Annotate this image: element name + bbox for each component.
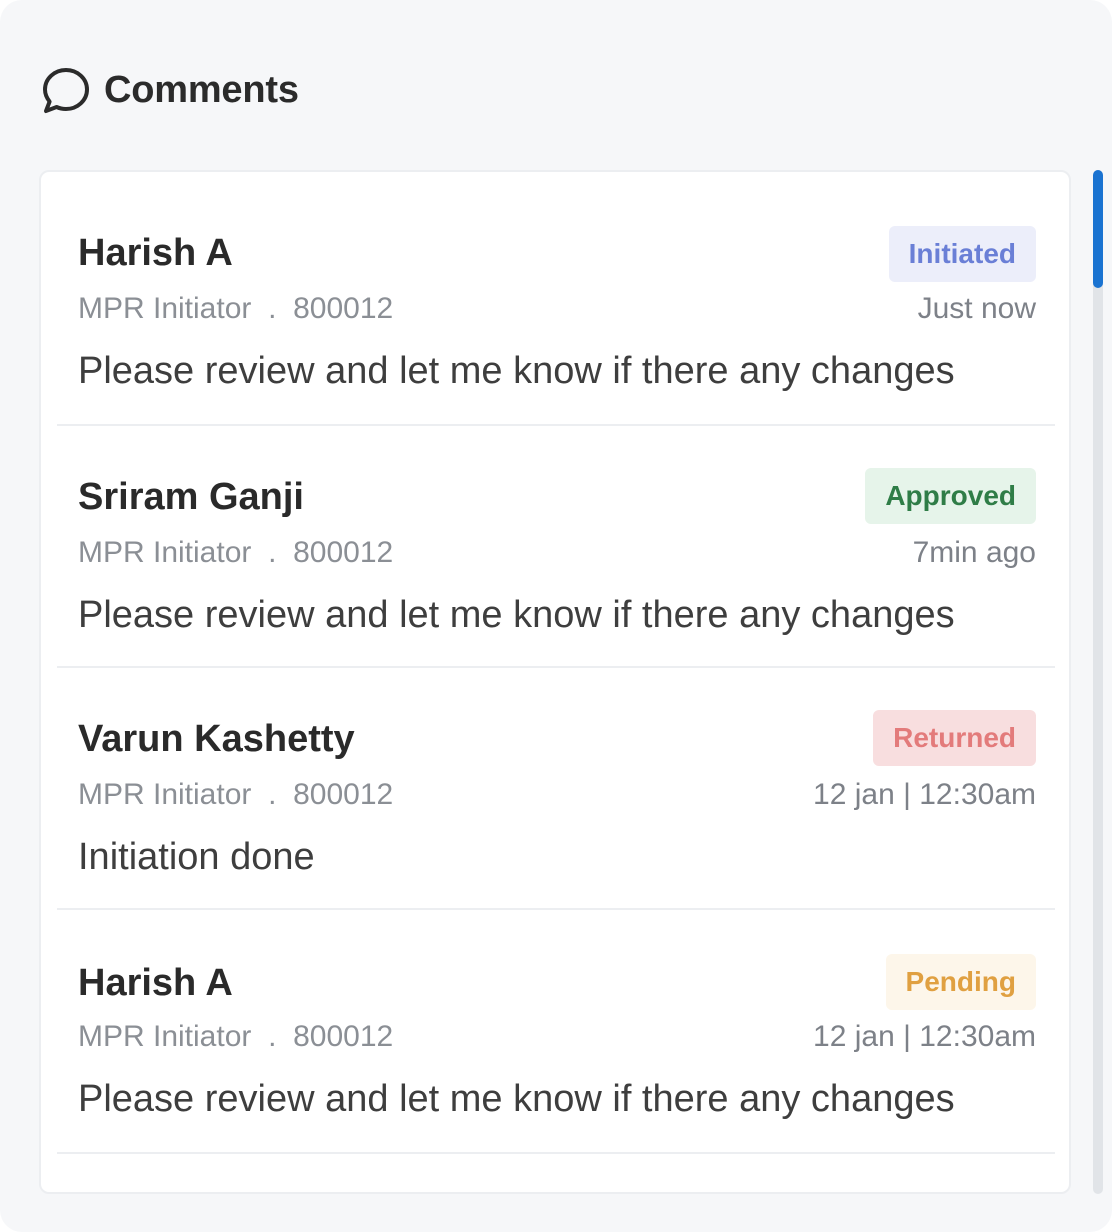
commenter-name: Sriram Ganji bbox=[78, 476, 304, 518]
commenter-name: Harish A bbox=[78, 232, 233, 274]
comment-time: Just now bbox=[917, 292, 1036, 325]
status-badge-initiated: Initiated bbox=[888, 226, 1036, 282]
commenter-id: 800012 bbox=[293, 778, 394, 811]
comment-item: Varun Kashetty MPR Initiator . 800012 In… bbox=[57, 668, 1055, 910]
commenter-role: MPR Initiator bbox=[78, 778, 252, 811]
comment-item: Harish A MPR Initiator . 800012 Please r… bbox=[57, 172, 1055, 426]
commenter-id: 800012 bbox=[293, 1020, 394, 1053]
comments-panel: Comments Harish A MPR Initiator . 800012… bbox=[0, 0, 1112, 1232]
meta-separator: . bbox=[268, 536, 277, 569]
comment-message: Please review and let me know if there a… bbox=[78, 350, 955, 392]
commenter-meta: MPR Initiator . 800012 bbox=[78, 294, 393, 324]
comments-list[interactable]: Harish A MPR Initiator . 800012 Please r… bbox=[39, 170, 1071, 1194]
comment-item: Harish A MPR Initiator . 800012 Please r… bbox=[57, 910, 1055, 1154]
commenter-meta: MPR Initiator . 800012 bbox=[78, 780, 393, 810]
comments-header: Comments bbox=[40, 62, 299, 118]
comments-scrollbar[interactable] bbox=[1093, 170, 1103, 1194]
status-badge-approved: Approved bbox=[865, 468, 1036, 524]
commenter-id: 800012 bbox=[293, 536, 394, 569]
commenter-name: Harish A bbox=[78, 962, 233, 1004]
chat-bubble-icon bbox=[40, 64, 92, 116]
comment-item: Sriram Ganji MPR Initiator . 800012 Plea… bbox=[57, 426, 1055, 668]
commenter-role: MPR Initiator bbox=[78, 292, 252, 325]
status-badge-pending: Pending bbox=[885, 954, 1036, 1010]
comment-message: Initiation done bbox=[78, 836, 315, 878]
meta-separator: . bbox=[268, 1020, 277, 1053]
commenter-meta: MPR Initiator . 800012 bbox=[78, 538, 393, 568]
scrollbar-thumb[interactable] bbox=[1093, 170, 1103, 288]
comment-message: Please review and let me know if there a… bbox=[78, 594, 955, 636]
commenter-id: 800012 bbox=[293, 292, 394, 325]
page-title: Comments bbox=[104, 68, 299, 111]
commenter-name: Varun Kashetty bbox=[78, 718, 355, 760]
comment-time: 12 jan | 12:30am bbox=[813, 778, 1036, 811]
commenter-role: MPR Initiator bbox=[78, 1020, 252, 1053]
comment-time: 12 jan | 12:30am bbox=[813, 1020, 1036, 1053]
comment-message: Please review and let me know if there a… bbox=[78, 1078, 955, 1120]
commenter-meta: MPR Initiator . 800012 bbox=[78, 1022, 393, 1052]
meta-separator: . bbox=[268, 292, 277, 325]
status-badge-returned: Returned bbox=[873, 710, 1036, 766]
commenter-role: MPR Initiator bbox=[78, 536, 252, 569]
meta-separator: . bbox=[268, 778, 277, 811]
comment-time: 7min ago bbox=[912, 536, 1036, 569]
